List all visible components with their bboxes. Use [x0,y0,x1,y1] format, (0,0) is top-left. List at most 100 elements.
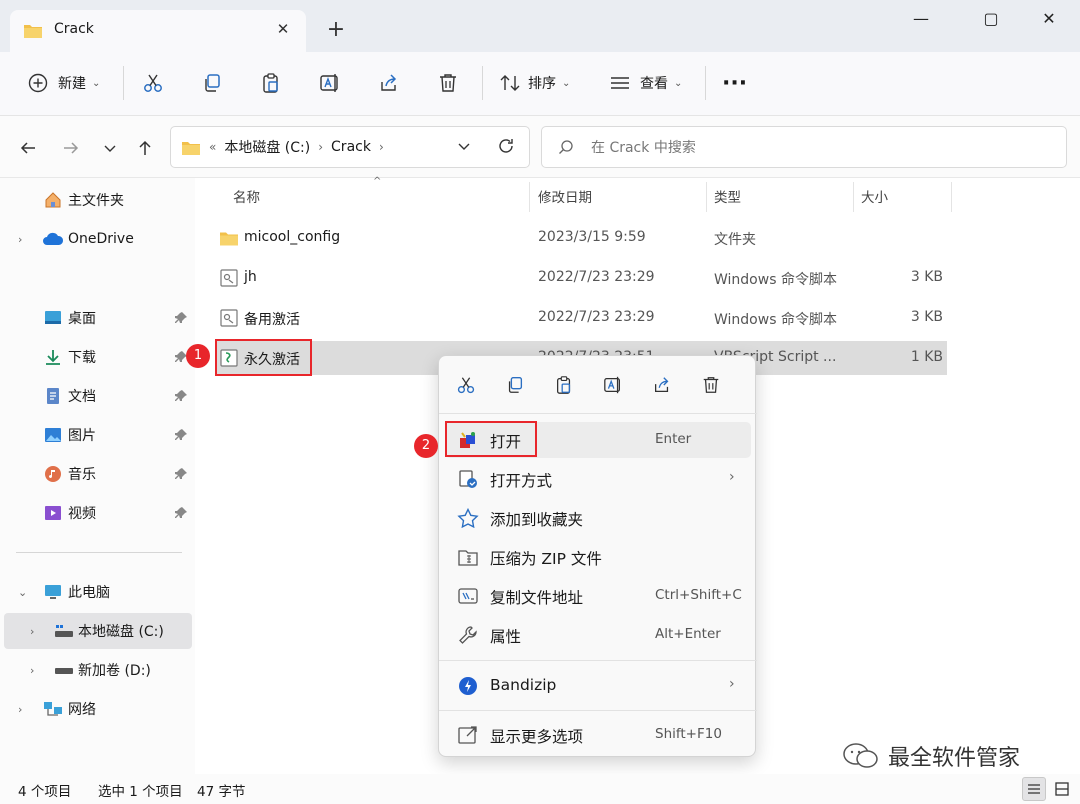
overflow-chevron[interactable]: « [209,140,216,154]
chevron-down-icon: ⌄ [674,77,683,89]
view-button[interactable]: 查看 ⌄ [608,66,682,100]
column-header-name[interactable]: 名称 [233,186,260,206]
sidebar-item-videos[interactable]: 视频 [0,495,192,531]
sidebar-item-network[interactable]: › 网络 [0,691,192,727]
scissors-icon[interactable] [453,372,479,398]
sidebar-item-drive-d[interactable]: › 新加卷 (D:) [0,652,192,688]
table-row[interactable]: 备用激活 2022/7/23 23:29 Windows 命令脚本 3 KB [215,301,947,335]
title-bar: Crack ✕ + — ▢ ✕ [0,0,1080,52]
sidebar-item-desktop[interactable]: 桌面 [0,300,192,336]
breadcrumb-drive[interactable]: 本地磁盘 (C:) [224,137,310,157]
maximize-button[interactable]: ▢ [968,4,1014,34]
chevron-right-icon[interactable]: › [30,625,34,638]
file-size: 1 KB [910,349,943,365]
up-icon[interactable] [133,136,157,160]
column-divider[interactable] [706,182,707,212]
menu-item-properties[interactable]: 属性 Alt+Enter [445,617,751,653]
copy-button[interactable] [200,66,224,100]
chevron-right-icon[interactable]: › [18,703,22,716]
rename-icon[interactable] [600,372,626,398]
pin-icon[interactable] [174,389,188,403]
sidebar-item-music[interactable]: 音乐 [0,456,192,492]
new-button[interactable]: 新建 ⌄ [26,66,100,100]
menu-item-show-more-options[interactable]: 显示更多选项 Shift+F10 [445,717,751,753]
back-icon[interactable] [16,136,40,160]
menu-label: 显示更多选项 [490,728,584,746]
delete-button[interactable] [436,66,460,100]
address-dropdown-icon[interactable] [457,139,471,157]
minimize-button[interactable]: — [898,4,944,34]
sidebar-item-documents[interactable]: 文档 [0,378,192,414]
menu-item-compress-zip[interactable]: 压缩为 ZIP 文件 [445,539,751,575]
menu-item-add-favorites[interactable]: 添加到收藏夹 [445,500,751,536]
close-tab-icon[interactable]: ✕ [272,18,294,40]
sidebar-label: OneDrive [68,231,134,247]
context-menu: 打开 Enter 打开方式 › 添加到收藏夹 压缩为 ZIP 文件 复制文件地址… [438,355,757,757]
address-bar[interactable]: « 本地磁盘 (C:) › Crack › [170,126,530,168]
menu-item-open-with[interactable]: 打开方式 › [445,461,751,497]
sidebar-label: 主文件夹 [68,193,124,209]
pin-icon[interactable] [174,506,188,520]
tab-crack[interactable]: Crack ✕ [10,10,306,52]
column-divider[interactable] [853,182,854,212]
menu-item-bandizip[interactable]: Bandizip › [445,668,751,704]
step-badge: 2 [414,434,438,458]
cut-button[interactable] [141,66,165,100]
share-button[interactable] [377,66,401,100]
pin-icon[interactable] [174,467,188,481]
more-options-button[interactable]: ··· [722,66,747,100]
file-modified: 2023/3/15 9:59 [538,229,646,245]
share-icon [377,71,401,95]
recent-chevron-icon[interactable] [98,136,122,160]
share-icon[interactable] [649,372,675,398]
status-bar: 4 个项目 选中 1 个项目 47 字节 [0,774,1080,804]
chevron-right-icon[interactable]: › [318,140,323,154]
wrench-icon [459,626,477,644]
new-tab-button[interactable]: + [322,18,350,46]
sidebar-item-downloads[interactable]: 下载 [0,339,192,375]
search-input[interactable]: 在 Crack 中搜索 [541,126,1067,168]
folder-icon [220,232,238,246]
tiles-view-icon[interactable] [1050,777,1074,801]
sidebar-item-pictures[interactable]: 图片 [0,417,192,453]
column-divider[interactable] [951,182,952,212]
music-icon [45,466,61,482]
pin-icon[interactable] [174,428,188,442]
trash-icon[interactable] [698,372,724,398]
chevron-right-icon[interactable]: › [18,233,22,246]
menu-label: 添加到收藏夹 [490,511,584,529]
column-divider[interactable] [529,182,530,212]
rename-button[interactable] [318,66,342,100]
menu-item-copy-path[interactable]: 复制文件地址 Ctrl+Shift+C [445,578,751,614]
close-window-button[interactable]: ✕ [1026,4,1072,34]
table-row[interactable]: jh 2022/7/23 23:29 Windows 命令脚本 3 KB [215,261,947,295]
column-header-modified[interactable]: 修改日期 [538,186,592,206]
forward-icon[interactable] [59,136,83,160]
chevron-down-icon[interactable]: ⌄ [18,586,27,599]
file-name: 备用激活 [244,312,300,328]
video-icon [45,506,61,520]
search-placeholder: 在 Crack 中搜索 [591,140,696,156]
table-row[interactable]: micool_config 2023/3/15 9:59 文件夹 [215,221,947,255]
context-quick-actions [439,356,757,414]
column-header-type[interactable]: 类型 [714,186,741,206]
sidebar-label: 下载 [68,350,96,366]
sidebar-item-this-pc[interactable]: ⌄ 此电脑 [0,574,192,610]
sort-button[interactable]: 排序 ⌄ [498,66,570,100]
refresh-icon[interactable] [497,137,515,159]
chevron-right-icon[interactable]: › [379,140,384,154]
copy-icon[interactable] [502,372,528,398]
details-view-icon[interactable] [1022,777,1046,801]
chevron-right-icon[interactable]: › [30,664,34,677]
sidebar-item-onedrive[interactable]: › OneDrive [0,221,192,257]
column-header-size[interactable]: 大小 [861,186,888,206]
sidebar-item-home[interactable]: 主文件夹 [0,182,192,218]
pin-icon[interactable] [174,311,188,325]
menu-divider [439,710,757,711]
menu-shortcut: Alt+Enter [655,626,721,642]
sidebar-item-drive-c[interactable]: › 本地磁盘 (C:) [4,613,192,649]
sidebar-label: 音乐 [68,467,96,483]
clipboard-icon[interactable] [551,372,577,398]
paste-button[interactable] [259,66,283,100]
breadcrumb-crack[interactable]: Crack [331,139,371,155]
